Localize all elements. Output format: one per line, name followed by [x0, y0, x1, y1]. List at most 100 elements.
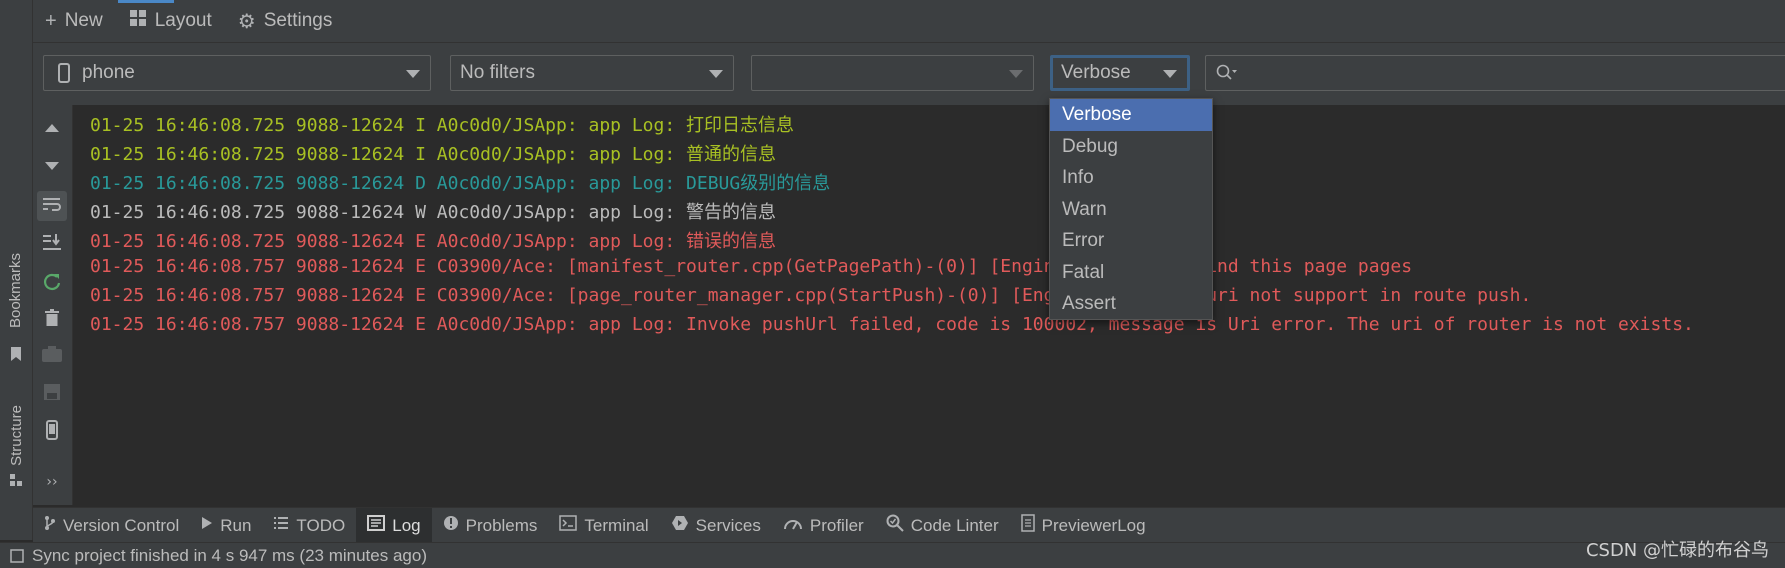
clear-log-button[interactable]	[37, 305, 67, 335]
gear-icon: ⚙	[237, 10, 256, 33]
screenshot-button[interactable]	[37, 341, 67, 371]
level-option-error[interactable]: Error	[1050, 225, 1212, 257]
services-icon	[671, 515, 689, 536]
log-line: 01-25 16:46:08.757 9088-12624 E C03900/A…	[90, 256, 1413, 277]
structure-icon	[0, 468, 32, 492]
tab-label: Run	[220, 515, 252, 535]
status-icon	[10, 548, 24, 563]
level-option-fatal[interactable]: Fatal	[1050, 257, 1212, 289]
list-icon	[273, 516, 289, 535]
settings-button[interactable]: ⚙ Settings	[238, 9, 333, 34]
phone-icon	[58, 63, 70, 83]
phone-icon	[46, 419, 58, 445]
chevron-down-icon	[709, 70, 723, 78]
scroll-end-icon	[42, 233, 62, 256]
restart-button[interactable]	[37, 269, 67, 299]
tab-label: PreviewerLog	[1041, 515, 1146, 535]
scroll-to-end-button[interactable]	[37, 229, 67, 259]
log-line: 01-25 16:46:08.757 9088-12624 E C03900/A…	[90, 285, 1532, 306]
bottom-tool-window-bar: Version Control Run TODO Log Problems Termina…	[33, 507, 1785, 543]
level-option-warn[interactable]: Warn	[1050, 194, 1212, 226]
tab-log[interactable]: Log	[356, 508, 432, 543]
tab-profiler[interactable]: Profiler	[772, 508, 875, 543]
log-level-dropdown: Verbose Debug Info Warn Error Fatal Assert	[1049, 98, 1213, 320]
log-line: 01-25 16:46:08.725 9088-12624 I A0c0d0/J…	[90, 115, 795, 136]
tab-label: Profiler	[809, 515, 864, 535]
scroll-down-button[interactable]	[37, 151, 67, 181]
save-log-button[interactable]	[37, 379, 67, 409]
log-line: 01-25 16:46:08.725 9088-12624 I A0c0d0/J…	[90, 144, 777, 165]
log-level-selector[interactable]: Verbose	[1050, 55, 1190, 91]
log-line: 01-25 16:46:08.725 9088-12624 W A0c0d0/J…	[90, 202, 777, 223]
branch-icon	[44, 515, 56, 536]
tab-services[interactable]: Services	[660, 508, 772, 543]
status-bar: Sync project finished in 4 s 947 ms (23 …	[0, 542, 1785, 568]
layout-button[interactable]: Layout	[129, 9, 212, 33]
terminal-icon	[559, 515, 578, 536]
filter-value: No filters	[460, 62, 535, 83]
log-line: 01-25 16:46:08.757 9088-12624 E A0c0d0/J…	[90, 314, 1694, 335]
new-button[interactable]: + New	[45, 10, 103, 33]
search-icon	[1216, 64, 1238, 82]
filter-bar: phone No filters Verbose	[33, 43, 1785, 105]
structure-tab-label: Structure	[7, 405, 25, 466]
process-selector[interactable]	[751, 55, 1034, 91]
new-label: New	[64, 10, 103, 31]
bookmark-icon	[0, 342, 32, 366]
log-toolstrip: ››	[33, 105, 73, 505]
tab-problems[interactable]: Problems	[432, 508, 549, 543]
tab-label: Services	[695, 515, 761, 535]
tab-label: Terminal	[584, 515, 649, 535]
filter-selector[interactable]: No filters	[450, 55, 734, 91]
more-tools-button[interactable]: ››	[37, 467, 67, 497]
scroll-up-button[interactable]	[37, 113, 67, 143]
tab-terminal[interactable]: Terminal	[548, 508, 659, 543]
tab-label: Log	[392, 515, 421, 535]
save-icon	[43, 383, 61, 406]
chevron-down-icon	[1163, 70, 1177, 78]
double-chevron-icon: ››	[46, 474, 58, 490]
tab-label: TODO	[296, 515, 346, 535]
bookmarks-tab[interactable]: Bookmarks	[0, 240, 32, 340]
log-output[interactable]: 01-25 16:46:08.725 9088-12624 I A0c0d0/J…	[73, 105, 1785, 505]
search-input[interactable]	[1205, 55, 1785, 91]
camera-icon	[42, 345, 62, 367]
top-toolbar: + New Layout ⚙ Settings	[33, 0, 1785, 43]
tab-previewerlog[interactable]: PreviewerLog	[1010, 508, 1157, 543]
level-option-info[interactable]: Info	[1050, 162, 1212, 194]
log-icon	[367, 515, 386, 536]
soft-wrap-button[interactable]	[37, 191, 67, 221]
log-line: 01-25 16:46:08.725 9088-12624 D A0c0d0/J…	[90, 173, 831, 194]
play-icon	[201, 516, 213, 535]
watermark: CSDN @忙碌的布谷鸟	[1585, 540, 1769, 561]
tab-run[interactable]: Run	[190, 508, 262, 543]
level-option-assert[interactable]: Assert	[1050, 288, 1212, 320]
restart-icon	[43, 273, 61, 296]
level-option-debug[interactable]: Debug	[1050, 131, 1212, 163]
info-icon	[443, 515, 459, 536]
tab-code-linter[interactable]: Code Linter	[875, 508, 1010, 543]
linter-icon	[886, 514, 904, 537]
plus-icon: +	[45, 9, 57, 32]
chevron-down-icon	[406, 70, 420, 78]
tab-todo[interactable]: TODO	[262, 508, 356, 543]
settings-label: Settings	[263, 10, 333, 31]
log-level-value: Verbose	[1061, 62, 1131, 83]
gauge-icon	[783, 516, 803, 535]
left-tool-window-strip: Bookmarks Structure	[0, 0, 33, 540]
trash-icon	[45, 308, 59, 332]
wrap-icon	[42, 196, 62, 217]
doc-icon	[1020, 514, 1035, 537]
tab-version-control[interactable]: Version Control	[33, 508, 190, 543]
grid-icon	[129, 9, 147, 33]
device-value: phone	[82, 62, 135, 83]
log-line: 01-25 16:46:08.725 9088-12624 E A0c0d0/J…	[90, 231, 777, 252]
level-option-verbose[interactable]: Verbose	[1050, 99, 1212, 131]
tab-label: Code Linter	[910, 515, 999, 535]
bookmarks-tab-label: Bookmarks	[7, 252, 25, 328]
layout-label: Layout	[154, 10, 212, 31]
active-tab-indicator	[118, 0, 174, 3]
device-selector[interactable]: phone	[43, 55, 431, 91]
device-button[interactable]	[37, 417, 67, 447]
tab-label: Problems	[465, 515, 538, 535]
